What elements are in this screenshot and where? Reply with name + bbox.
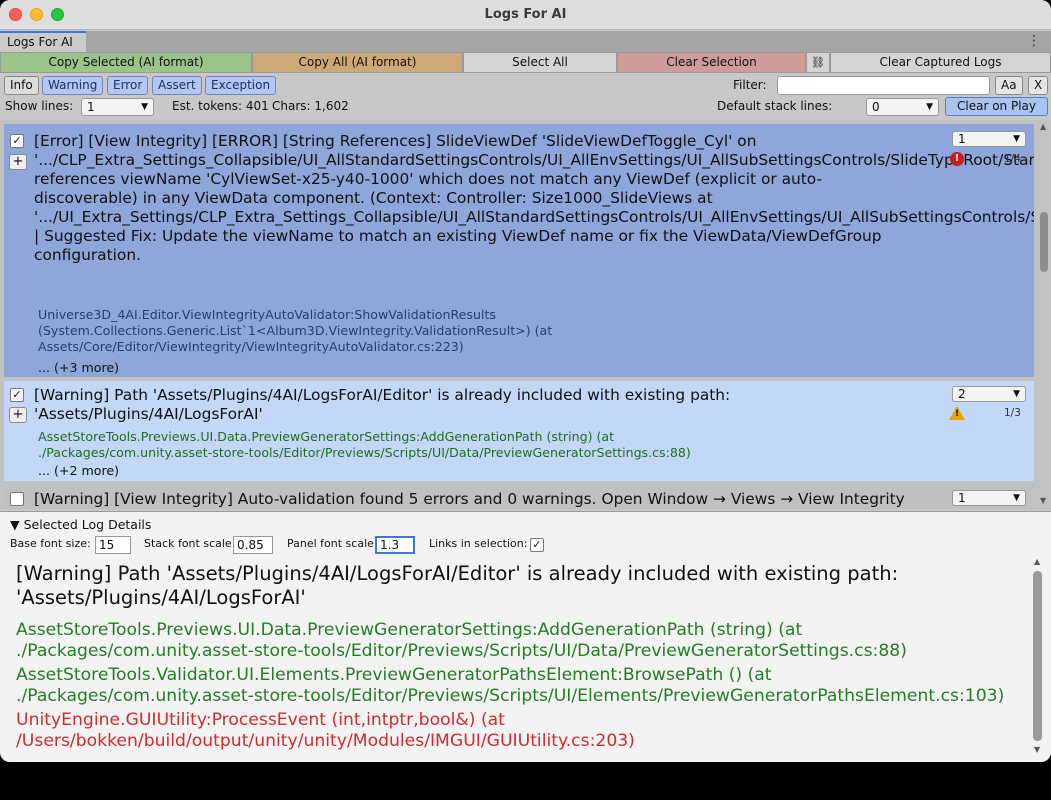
entry-count: 1/3 (1004, 407, 1021, 419)
entry-lines-value: 2 (958, 387, 966, 401)
show-lines-dropdown[interactable]: 1 ▼ (81, 98, 154, 116)
est-tokens-label: Est. tokens: 401 (172, 99, 269, 113)
details-header-label: Selected Log Details (23, 517, 152, 532)
details-stack-line: UnityEngine.GUIUtility:ProcessEvent (int… (16, 710, 635, 751)
entry-lines-value: 1 (958, 491, 966, 505)
panel-font-scale-label: Panel font scale: (287, 537, 378, 550)
clear-on-play-toggle[interactable]: Clear on Play (945, 97, 1048, 116)
link-icon[interactable]: ⛓ (806, 52, 830, 73)
default-stack-lines-label: Default stack lines: (717, 99, 833, 113)
chevron-down-icon: ▼ (1013, 493, 1020, 503)
warning-icon: ! (949, 406, 965, 420)
log-entry-error[interactable]: ✓ + [Error] [View Integrity] [ERROR] [St… (4, 124, 1034, 377)
entry-message: [Warning] [View Integrity] Auto-validati… (34, 490, 905, 508)
tab-menu-icon[interactable]: ⋮ (1027, 33, 1041, 49)
entry-lines-value: 1 (958, 132, 966, 146)
links-in-selection-checkbox[interactable]: ✓ (530, 538, 544, 552)
show-lines-label: Show lines: (5, 99, 74, 113)
title-bar: Logs For AI (0, 0, 1051, 30)
entry-count: 1/4 (1004, 153, 1021, 165)
filter-label: Filter: (733, 78, 767, 92)
more-lines-link[interactable]: ... (+2 more) (38, 463, 119, 478)
show-lines-value: 1 (87, 100, 95, 114)
scroll-down-icon[interactable]: ▼ (1034, 745, 1040, 754)
filter-error-toggle[interactable]: Error (107, 76, 149, 95)
details-stack-line: AssetStoreTools.Previews.UI.Data.Preview… (16, 620, 907, 661)
details-options: Base font size: 15 Stack font scale 0.85… (0, 535, 1051, 557)
error-icon: ! (950, 152, 964, 166)
action-toolbar: Copy Selected (AI format) Copy All (AI f… (0, 52, 1051, 73)
entry-lines-dropdown[interactable]: 2 ▼ (952, 386, 1026, 402)
clear-selection-button[interactable]: Clear Selection (617, 52, 806, 73)
filter-input[interactable] (777, 76, 990, 95)
filter-info-toggle[interactable]: Info (4, 76, 39, 95)
filter-assert-toggle[interactable]: Assert (152, 76, 202, 95)
chevron-down-icon: ▼ (1013, 389, 1020, 399)
chevron-down-icon: ▼ (141, 102, 148, 112)
entry-message: [Warning] Path 'Assets/Plugins/4AI/LogsF… (34, 386, 731, 423)
clear-filter-button[interactable]: X (1028, 76, 1049, 95)
entry-lines-dropdown[interactable]: 1 ▼ (952, 131, 1026, 147)
base-font-size-label: Base font size: (10, 537, 91, 550)
scroll-thumb[interactable] (1033, 571, 1042, 741)
more-lines-link[interactable]: ... (+3 more) (38, 360, 119, 375)
tab-logs-for-ai[interactable]: Logs For AI (0, 31, 86, 52)
log-list-scrollbar[interactable]: ▲ ▼ (1038, 120, 1050, 509)
base-font-size-input[interactable]: 15 (95, 536, 131, 554)
chars-label: Chars: 1,602 (272, 99, 349, 113)
selected-log-details-panel: ▼ Selected Log Details Base font size: 1… (0, 511, 1051, 762)
stack-font-scale-input[interactable]: 0.85 (233, 536, 273, 554)
copy-all-button[interactable]: Copy All (AI format) (252, 52, 463, 73)
entry-checkbox[interactable] (10, 492, 24, 506)
filter-warning-toggle[interactable]: Warning (42, 76, 104, 95)
details-scrollbar[interactable]: ▲ ▼ (1030, 557, 1046, 757)
entry-stack: AssetStoreTools.Previews.UI.Data.Preview… (38, 429, 691, 460)
filter-bar: Info Warning Error Assert Exception Filt… (0, 74, 1051, 96)
log-list[interactable]: ✓ + [Error] [View Integrity] [ERROR] [St… (0, 120, 1051, 509)
match-case-button[interactable]: Aa (995, 76, 1023, 95)
scroll-thumb[interactable] (1040, 212, 1048, 272)
copy-selected-button[interactable]: Copy Selected (AI format) (0, 52, 252, 73)
details-header[interactable]: ▼ Selected Log Details (10, 517, 151, 532)
details-text[interactable]: [Warning] Path 'Assets/Plugins/4AI/LogsF… (16, 562, 1028, 760)
panel-font-scale-input[interactable]: 1.3 (375, 536, 415, 554)
expand-button[interactable]: + (9, 154, 27, 170)
links-in-selection-label: Links in selection: (429, 537, 528, 550)
default-stack-lines-dropdown[interactable]: 0 ▼ (866, 98, 939, 116)
logs-window: Logs For AI Logs For AI ⋮ Copy Selected … (0, 0, 1051, 762)
filter-exception-toggle[interactable]: Exception (205, 76, 277, 95)
window-title: Logs For AI (484, 7, 567, 22)
tab-bar: Logs For AI ⋮ (0, 31, 1051, 52)
entry-checkbox[interactable]: ✓ (10, 134, 24, 148)
details-stack-line: AssetStoreTools.Validator.UI.Elements.Pr… (16, 665, 1005, 706)
entry-lines-dropdown[interactable]: 1 ▼ (952, 490, 1026, 506)
scroll-up-icon[interactable]: ▲ (1034, 557, 1040, 566)
disclosure-triangle-icon[interactable]: ▼ (10, 517, 20, 532)
select-all-button[interactable]: Select All (463, 52, 617, 73)
default-stack-lines-value: 0 (872, 100, 880, 114)
entry-checkbox[interactable]: ✓ (10, 388, 24, 402)
options-bar: Show lines: 1 ▼ Est. tokens: 401 Chars: … (0, 97, 1051, 117)
stack-font-scale-label: Stack font scale (144, 537, 232, 550)
clear-captured-logs-button[interactable]: Clear Captured Logs (830, 52, 1051, 73)
scroll-down-icon[interactable]: ▼ (1040, 496, 1046, 505)
chevron-down-icon: ▼ (926, 102, 933, 112)
details-message: [Warning] Path 'Assets/Plugins/4AI/LogsF… (16, 562, 899, 609)
scroll-up-icon[interactable]: ▲ (1040, 122, 1046, 131)
log-entry-warning[interactable]: ✓ + [Warning] Path 'Assets/Plugins/4AI/L… (4, 381, 1034, 481)
entry-stack: Universe3D_4AI.Editor.ViewIntegrityAutoV… (38, 307, 553, 354)
expand-button[interactable]: + (9, 407, 27, 423)
entry-message: [Error] [View Integrity] [ERROR] [String… (34, 132, 1034, 264)
chevron-down-icon: ▼ (1013, 134, 1020, 144)
log-entry-warning[interactable]: [Warning] [View Integrity] Auto-validati… (4, 486, 1034, 509)
